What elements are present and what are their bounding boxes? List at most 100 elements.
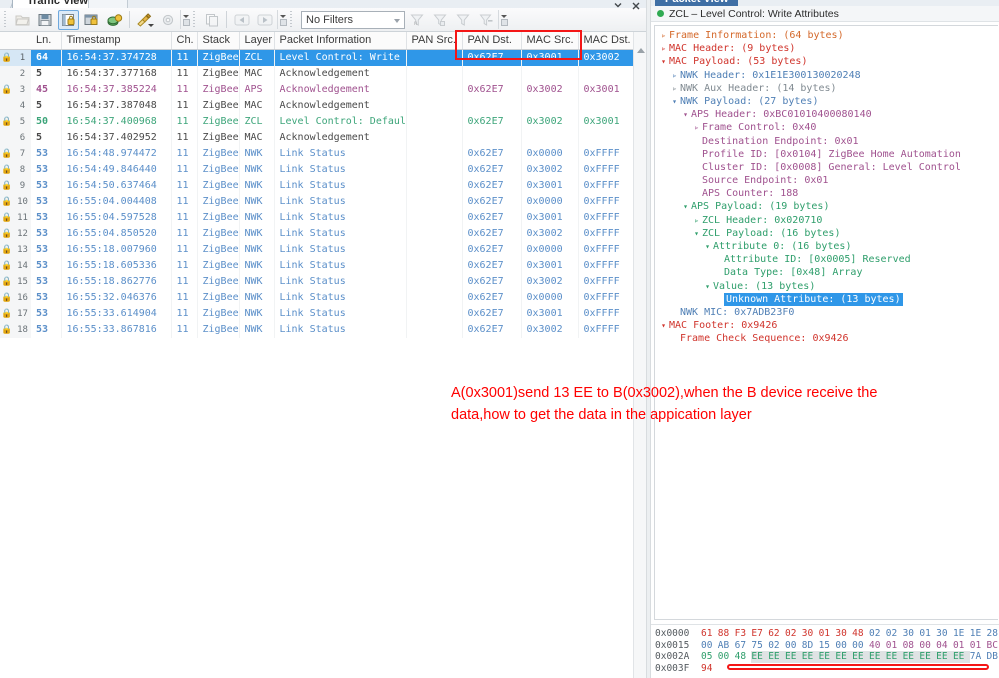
tree-node[interactable]: Attribute ID: [0x0005] Reserved	[655, 253, 998, 266]
hex-byte[interactable]: 1E	[953, 628, 970, 640]
col-packet-information[interactable]: Packet Information	[274, 32, 407, 50]
hex-byte[interactable]: F3	[735, 628, 752, 640]
hex-byte[interactable]: 75	[751, 640, 768, 652]
close-icon[interactable]	[630, 0, 642, 12]
hex-byte[interactable]: 05	[701, 651, 718, 663]
hex-byte[interactable]: 30	[936, 628, 953, 640]
packet-detail-tree[interactable]: ▹ Frame Information: (64 bytes) ▹ MAC Heade…	[654, 25, 998, 620]
col-pan-dst[interactable]: PAN Dst.	[462, 32, 522, 50]
gear-button[interactable]	[157, 10, 178, 30]
hex-byte[interactable]: 08	[903, 640, 920, 652]
filter-edit-button[interactable]	[429, 10, 450, 30]
hex-byte[interactable]: 01	[953, 640, 970, 652]
tree-expand-icon[interactable]: ▹	[691, 121, 702, 134]
col-index[interactable]	[14, 32, 31, 50]
hex-byte[interactable]: 62	[768, 628, 785, 640]
tree-expand-icon[interactable]: ▹	[669, 82, 680, 95]
col-ln[interactable]: Ln.	[31, 32, 62, 50]
filter-new-button[interactable]: n	[406, 10, 427, 30]
hex-byte[interactable]: EE	[919, 651, 937, 663]
tree-node[interactable]: Profile ID: [0x0104] ZigBee Home Automat…	[655, 148, 998, 161]
hex-byte[interactable]: 00	[835, 640, 852, 652]
hex-byte[interactable]: EE	[801, 651, 819, 663]
tree-node[interactable]: ▾ APS Payload: (19 bytes)	[655, 200, 998, 213]
hex-byte[interactable]: EE	[885, 651, 903, 663]
hex-byte[interactable]: EE	[952, 651, 970, 663]
hex-byte[interactable]: EE	[868, 651, 886, 663]
table-row[interactable]: 🔒 8 53 16:54:49.846440 11 ZigBee NWK Link Statu…	[0, 162, 646, 178]
table-row[interactable]: 🔒 16 53 16:55:32.046376 11 ZigBee NWK Link Stat…	[0, 290, 646, 306]
hex-byte[interactable]: 02	[768, 640, 785, 652]
hex-byte[interactable]: 67	[735, 640, 752, 652]
open-capture-button[interactable]	[12, 10, 33, 30]
hex-dump-panel[interactable]: 0x0000 61 88 F3 E7 62 02 30 01 30 48 02 02 30 01 30 1E 1E…	[651, 624, 999, 678]
hex-byte[interactable]: E7	[751, 628, 768, 640]
packet-table-container[interactable]: Ln. Timestamp Ch. Stack Layer Packet Inf…	[0, 32, 646, 678]
col-mac-src[interactable]: MAC Src.	[521, 32, 579, 50]
hex-byte[interactable]: 8D	[802, 640, 819, 652]
hex-byte[interactable]: EE	[751, 651, 769, 663]
tree-node[interactable]: ▾ ZCL Payload: (16 bytes)	[655, 227, 998, 240]
hex-byte[interactable]: EE	[936, 651, 953, 663]
tree-node[interactable]: ▾ MAC Payload: (53 bytes)	[655, 55, 998, 68]
col-mac-dst[interactable]: MAC Dst.	[578, 32, 638, 50]
hex-byte[interactable]: 28	[987, 628, 999, 640]
tree-expand-icon[interactable]: ▹	[669, 69, 680, 82]
hex-byte[interactable]: 30	[835, 628, 852, 640]
col-layer[interactable]: Layer	[239, 32, 275, 50]
tree-node[interactable]: ▹ ZCL Header: 0x020710	[655, 214, 998, 227]
hex-byte[interactable]: 00	[919, 640, 936, 652]
hex-byte[interactable]: EE	[768, 651, 785, 663]
table-row[interactable]: 🔒 14 53 16:55:18.605336 11 ZigBee NWK Link Stat…	[0, 258, 646, 274]
pin-icon[interactable]	[612, 0, 624, 12]
hex-byte[interactable]: 94	[701, 663, 718, 675]
hex-byte[interactable]: 01	[970, 640, 987, 652]
tree-node[interactable]: ▹ NWK Aux Header: (14 bytes)	[655, 82, 998, 95]
col-pan-src[interactable]: PAN Src.	[406, 32, 463, 50]
tree-collapse-icon[interactable]: ▾	[680, 108, 691, 121]
hex-byte[interactable]: 00	[785, 640, 802, 652]
hex-byte[interactable]: 02	[886, 628, 903, 640]
toolbar-overflow-2[interactable]	[277, 10, 287, 29]
tree-node[interactable]: ▾ Attribute 0: (16 bytes)	[655, 240, 998, 253]
toolbar-grip-2[interactable]	[192, 10, 198, 29]
hex-byte[interactable]: 48	[852, 628, 869, 640]
hex-byte[interactable]: 48	[735, 651, 752, 663]
tree-expand-icon[interactable]: ▹	[658, 42, 669, 55]
copy-button[interactable]	[201, 10, 222, 30]
save-capture-button[interactable]	[35, 10, 56, 30]
table-row[interactable]: 🔒 1 64 16:54:37.374728 11 ZigBee ZCL Level Cont…	[0, 49, 646, 66]
col-lock[interactable]	[0, 32, 14, 50]
hex-byte[interactable]: EE	[835, 651, 853, 663]
col-stack[interactable]: Stack	[197, 32, 240, 50]
tree-node[interactable]: Frame Check Sequence: 0x9426	[655, 332, 998, 345]
hex-byte[interactable]: 7A	[970, 651, 987, 663]
col-timestamp[interactable]: Timestamp	[61, 32, 172, 50]
tree-node[interactable]: ▹ Frame Control: 0x40	[655, 121, 998, 134]
tree-node[interactable]: ▹ MAC Header: (9 bytes)	[655, 42, 998, 55]
clear-button[interactable]	[134, 10, 155, 30]
tree-node[interactable]: Unknown Attribute: (13 bytes)	[655, 292, 998, 306]
tree-node[interactable]: Cluster ID: [0x0008] General: Level Cont…	[655, 161, 998, 174]
toolbar-overflow-1[interactable]	[180, 10, 190, 29]
hex-byte[interactable]: 02	[785, 628, 802, 640]
tab-secondary[interactable]	[88, 0, 128, 8]
tree-collapse-icon[interactable]: ▾	[702, 240, 713, 253]
hex-byte[interactable]: 1E	[970, 628, 987, 640]
hex-byte[interactable]: DB	[987, 651, 999, 663]
table-row[interactable]: 🔒 12 53 16:55:04.850520 11 ZigBee NWK Link Stat…	[0, 226, 646, 242]
tree-node[interactable]: ▾ APS Header: 0xBC01010400080140	[655, 108, 998, 121]
hex-byte[interactable]: EE	[784, 651, 802, 663]
table-row[interactable]: 🔒 9 53 16:54:50.637464 11 ZigBee NWK Link Statu…	[0, 178, 646, 194]
hex-byte[interactable]: 02	[869, 628, 886, 640]
col-channel[interactable]: Ch.	[171, 32, 198, 50]
back-button[interactable]	[231, 10, 252, 30]
table-row[interactable]: 🔒 18 53 16:55:33.867816 11 ZigBee NWK Link Stat…	[0, 322, 646, 338]
hex-byte[interactable]: 15	[819, 640, 836, 652]
toolbar-grip[interactable]	[3, 10, 9, 29]
hex-byte[interactable]: EE	[818, 651, 836, 663]
tree-collapse-icon[interactable]: ▾	[658, 319, 669, 332]
table-row[interactable]: 🔒 7 53 16:54:48.974472 11 ZigBee NWK Link Statu…	[0, 146, 646, 162]
hex-byte[interactable]: 88	[718, 628, 735, 640]
tree-node[interactable]: ▾ NWK Payload: (27 bytes)	[655, 95, 998, 108]
